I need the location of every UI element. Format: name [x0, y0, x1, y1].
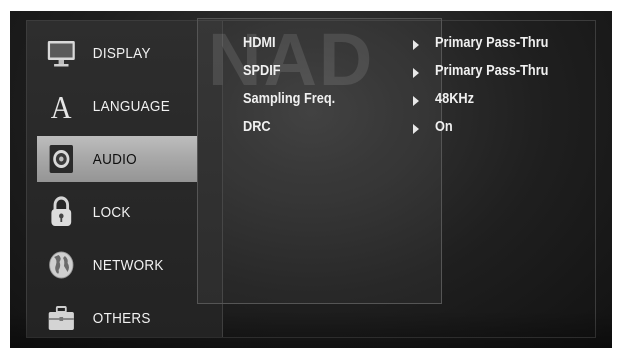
setting-row-spdif[interactable]: SPDIF Primary Pass-Thru: [243, 63, 603, 83]
menu-item-others[interactable]: OTHERS: [37, 295, 197, 341]
menu-item-network[interactable]: NETWORK: [37, 242, 197, 288]
menu-item-language[interactable]: A LANGUAGE: [37, 83, 197, 129]
speaker-icon: [49, 145, 73, 173]
menu-item-label: LANGUAGE: [92, 97, 170, 115]
menu-item-label: OTHERS: [92, 309, 151, 327]
menu-item-label: LOCK: [92, 203, 131, 221]
setting-name: HDMI: [243, 35, 276, 51]
setting-row-sampling-freq[interactable]: Sampling Freq. 48KHz: [243, 91, 603, 111]
sidebar-menu: DISPLAY A LANGUAGE AUDIO LOCK NETWORK OT…: [27, 21, 223, 337]
globe-icon: [49, 251, 74, 279]
arrow-right-icon: [413, 96, 419, 106]
setting-value: On: [435, 119, 453, 135]
setting-row-hdmi[interactable]: HDMI Primary Pass-Thru: [243, 35, 603, 55]
menu-item-label: AUDIO: [92, 150, 137, 168]
screen-frame: DISPLAY A LANGUAGE AUDIO LOCK NETWORK OT…: [0, 0, 622, 358]
svg-text:A: A: [51, 90, 72, 123]
toolbox-icon: [48, 306, 74, 330]
menu-item-display[interactable]: DISPLAY: [37, 30, 197, 76]
padlock-icon: [51, 196, 72, 226]
setting-value: Primary Pass-Thru: [435, 63, 549, 79]
menu-item-label: NETWORK: [92, 256, 164, 274]
setting-name: DRC: [243, 119, 271, 135]
arrow-right-icon: [413, 68, 419, 78]
setting-value: Primary Pass-Thru: [435, 35, 549, 51]
language-icon: A: [51, 90, 72, 123]
display-icon: [47, 41, 75, 67]
menu-item-audio[interactable]: AUDIO: [37, 136, 198, 182]
menu-item-lock[interactable]: LOCK: [37, 189, 197, 235]
setting-name: SPDIF: [243, 63, 281, 79]
setting-value: 48KHz: [435, 91, 475, 107]
menu-item-label: DISPLAY: [92, 44, 151, 62]
arrow-right-icon: [413, 40, 419, 50]
setup-screen: DISPLAY A LANGUAGE AUDIO LOCK NETWORK OT…: [10, 11, 612, 348]
setting-row-drc[interactable]: DRC On: [243, 119, 603, 139]
arrow-right-icon: [413, 124, 419, 134]
setting-name: Sampling Freq.: [243, 91, 336, 107]
